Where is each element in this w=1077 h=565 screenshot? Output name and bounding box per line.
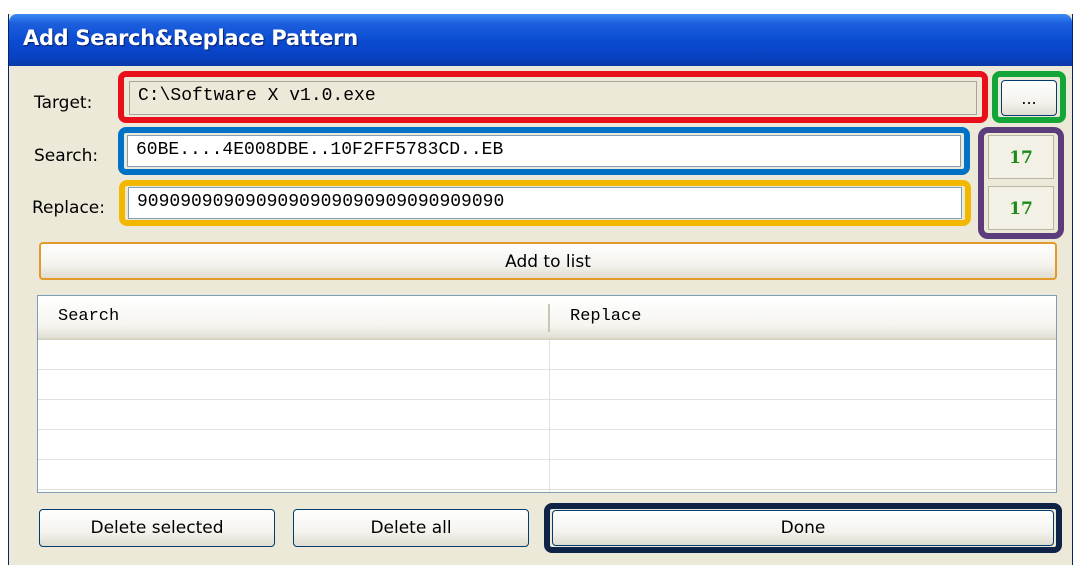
- title-bar[interactable]: Add Search&Replace Pattern: [9, 14, 1072, 66]
- target-field[interactable]: C:\Software X v1.0.exe: [129, 81, 977, 115]
- list-header: Search Replace: [38, 296, 1056, 340]
- column-header-search[interactable]: Search: [38, 296, 548, 338]
- column-gridline: [549, 340, 550, 492]
- list-row[interactable]: [38, 370, 1056, 400]
- list-row[interactable]: [38, 460, 1056, 490]
- replace-byte-count: 17: [988, 186, 1054, 230]
- search-label: Search:: [34, 146, 99, 166]
- delete-all-button[interactable]: Delete all: [293, 509, 529, 547]
- list-row[interactable]: [38, 340, 1056, 370]
- search-input[interactable]: 60BE....4E008DBE..10F2FF5783CD..EB: [127, 135, 961, 167]
- done-button[interactable]: Done: [552, 510, 1054, 546]
- dialog-title: Add Search&Replace Pattern: [23, 26, 358, 50]
- target-label: Target:: [34, 93, 93, 113]
- delete-selected-button[interactable]: Delete selected: [39, 509, 275, 547]
- search-byte-count: 17: [988, 135, 1054, 179]
- dialog-window: Add Search&Replace Pattern Target: C:\So…: [8, 14, 1073, 565]
- replace-label: Replace:: [32, 198, 105, 218]
- list-row[interactable]: [38, 400, 1056, 430]
- add-to-list-button[interactable]: Add to list: [39, 242, 1057, 280]
- browse-button[interactable]: ...: [1001, 80, 1057, 116]
- column-header-replace[interactable]: Replace: [550, 296, 1050, 338]
- pattern-list[interactable]: Search Replace: [37, 295, 1057, 493]
- replace-input[interactable]: 9090909090909090909090909090909090: [128, 187, 962, 219]
- list-row[interactable]: [38, 430, 1056, 460]
